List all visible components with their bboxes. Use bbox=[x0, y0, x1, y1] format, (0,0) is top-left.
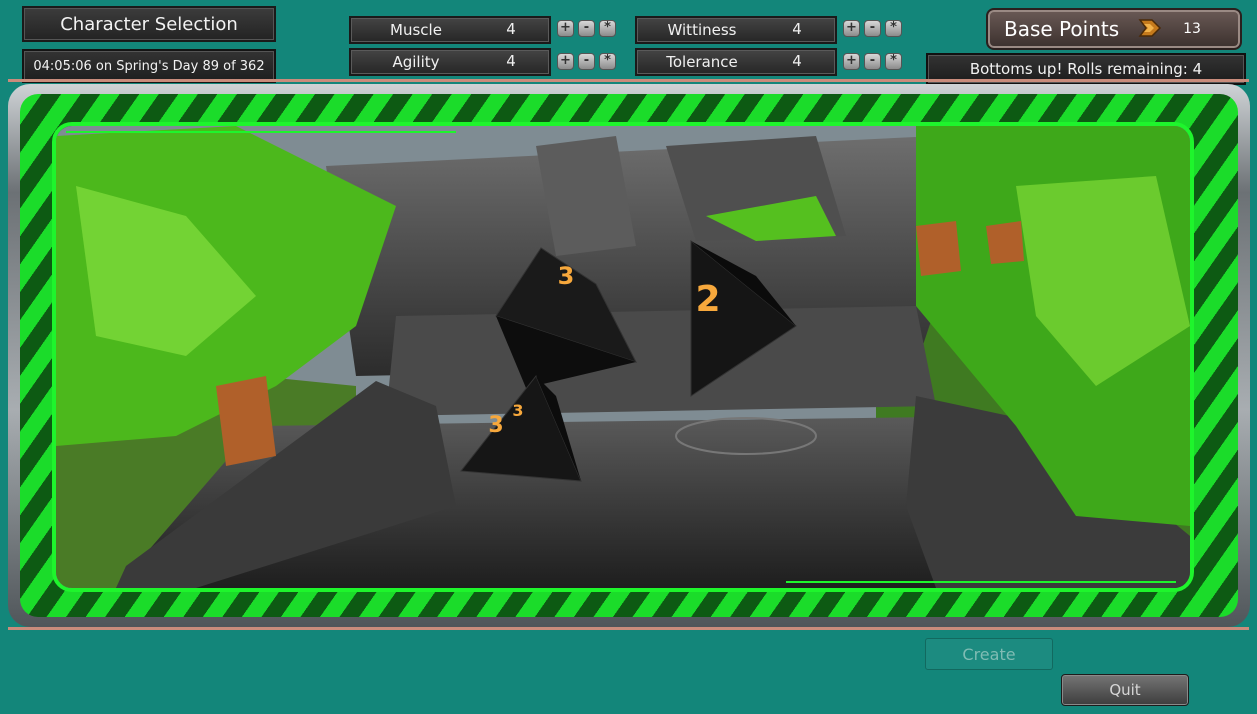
die-3-value: 3 bbox=[488, 413, 503, 438]
base-points-value: 13 bbox=[1183, 21, 1201, 37]
agility-minus-button[interactable]: - bbox=[578, 53, 595, 70]
stat-value: 4 bbox=[506, 20, 516, 38]
base-points-panel: Base Points 13 bbox=[986, 8, 1242, 50]
tolerance-random-button[interactable]: * bbox=[885, 53, 902, 70]
scene-graphic: 3 2 3 3 bbox=[56, 126, 1190, 588]
die-2-value: 2 bbox=[695, 279, 720, 320]
muscle-random-button[interactable]: * bbox=[599, 20, 616, 37]
stone-ledge bbox=[386, 306, 936, 416]
quit-button[interactable]: Quit bbox=[1061, 674, 1189, 706]
stat-tolerance: Tolerance 4 bbox=[635, 48, 837, 76]
stat-label: Agility bbox=[392, 53, 440, 71]
muscle-minus-button[interactable]: - bbox=[578, 20, 595, 37]
wittiness-controls: + - * bbox=[843, 20, 902, 37]
tree-trunk bbox=[216, 376, 276, 466]
stat-agility: Agility 4 bbox=[349, 48, 551, 76]
tolerance-plus-button[interactable]: + bbox=[843, 53, 860, 70]
screen-title: Character Selection bbox=[22, 6, 276, 42]
stat-label: Tolerance bbox=[666, 53, 738, 71]
agility-plus-button[interactable]: + bbox=[557, 53, 574, 70]
tolerance-minus-button[interactable]: - bbox=[864, 53, 881, 70]
tolerance-controls: + - * bbox=[843, 53, 902, 70]
game-date: 04:05:06 on Spring's Day 89 of 362 bbox=[22, 49, 276, 83]
scroll-emblem-icon bbox=[1138, 19, 1162, 37]
die-1-value: 3 bbox=[558, 262, 575, 290]
agility-random-button[interactable]: * bbox=[599, 53, 616, 70]
agility-controls: + - * bbox=[557, 53, 616, 70]
stat-wittiness: Wittiness 4 bbox=[635, 16, 837, 44]
stat-label: Muscle bbox=[390, 21, 442, 39]
top-bar: Character Selection 04:05:06 on Spring's… bbox=[0, 0, 1257, 85]
wittiness-plus-button[interactable]: + bbox=[843, 20, 860, 37]
base-points-label: Base Points bbox=[1004, 17, 1120, 41]
tree-trunk bbox=[916, 221, 961, 276]
create-button[interactable]: Create bbox=[925, 638, 1053, 670]
stat-muscle: Muscle 4 bbox=[349, 16, 551, 44]
stat-value: 4 bbox=[506, 52, 516, 70]
divider bbox=[8, 79, 1249, 82]
muscle-controls: + - * bbox=[557, 20, 616, 37]
stat-value: 4 bbox=[792, 52, 802, 70]
wittiness-minus-button[interactable]: - bbox=[864, 20, 881, 37]
tree-trunk bbox=[986, 221, 1024, 264]
stat-value: 4 bbox=[792, 20, 802, 38]
viewport-frame: 3 2 3 3 bbox=[8, 84, 1250, 627]
muscle-plus-button[interactable]: + bbox=[557, 20, 574, 37]
wittiness-random-button[interactable]: * bbox=[885, 20, 902, 37]
die-3-value-side: 3 bbox=[512, 401, 523, 420]
dice-scene[interactable]: 3 2 3 3 bbox=[52, 122, 1194, 592]
stat-label: Wittiness bbox=[667, 21, 737, 39]
divider bbox=[8, 627, 1249, 630]
